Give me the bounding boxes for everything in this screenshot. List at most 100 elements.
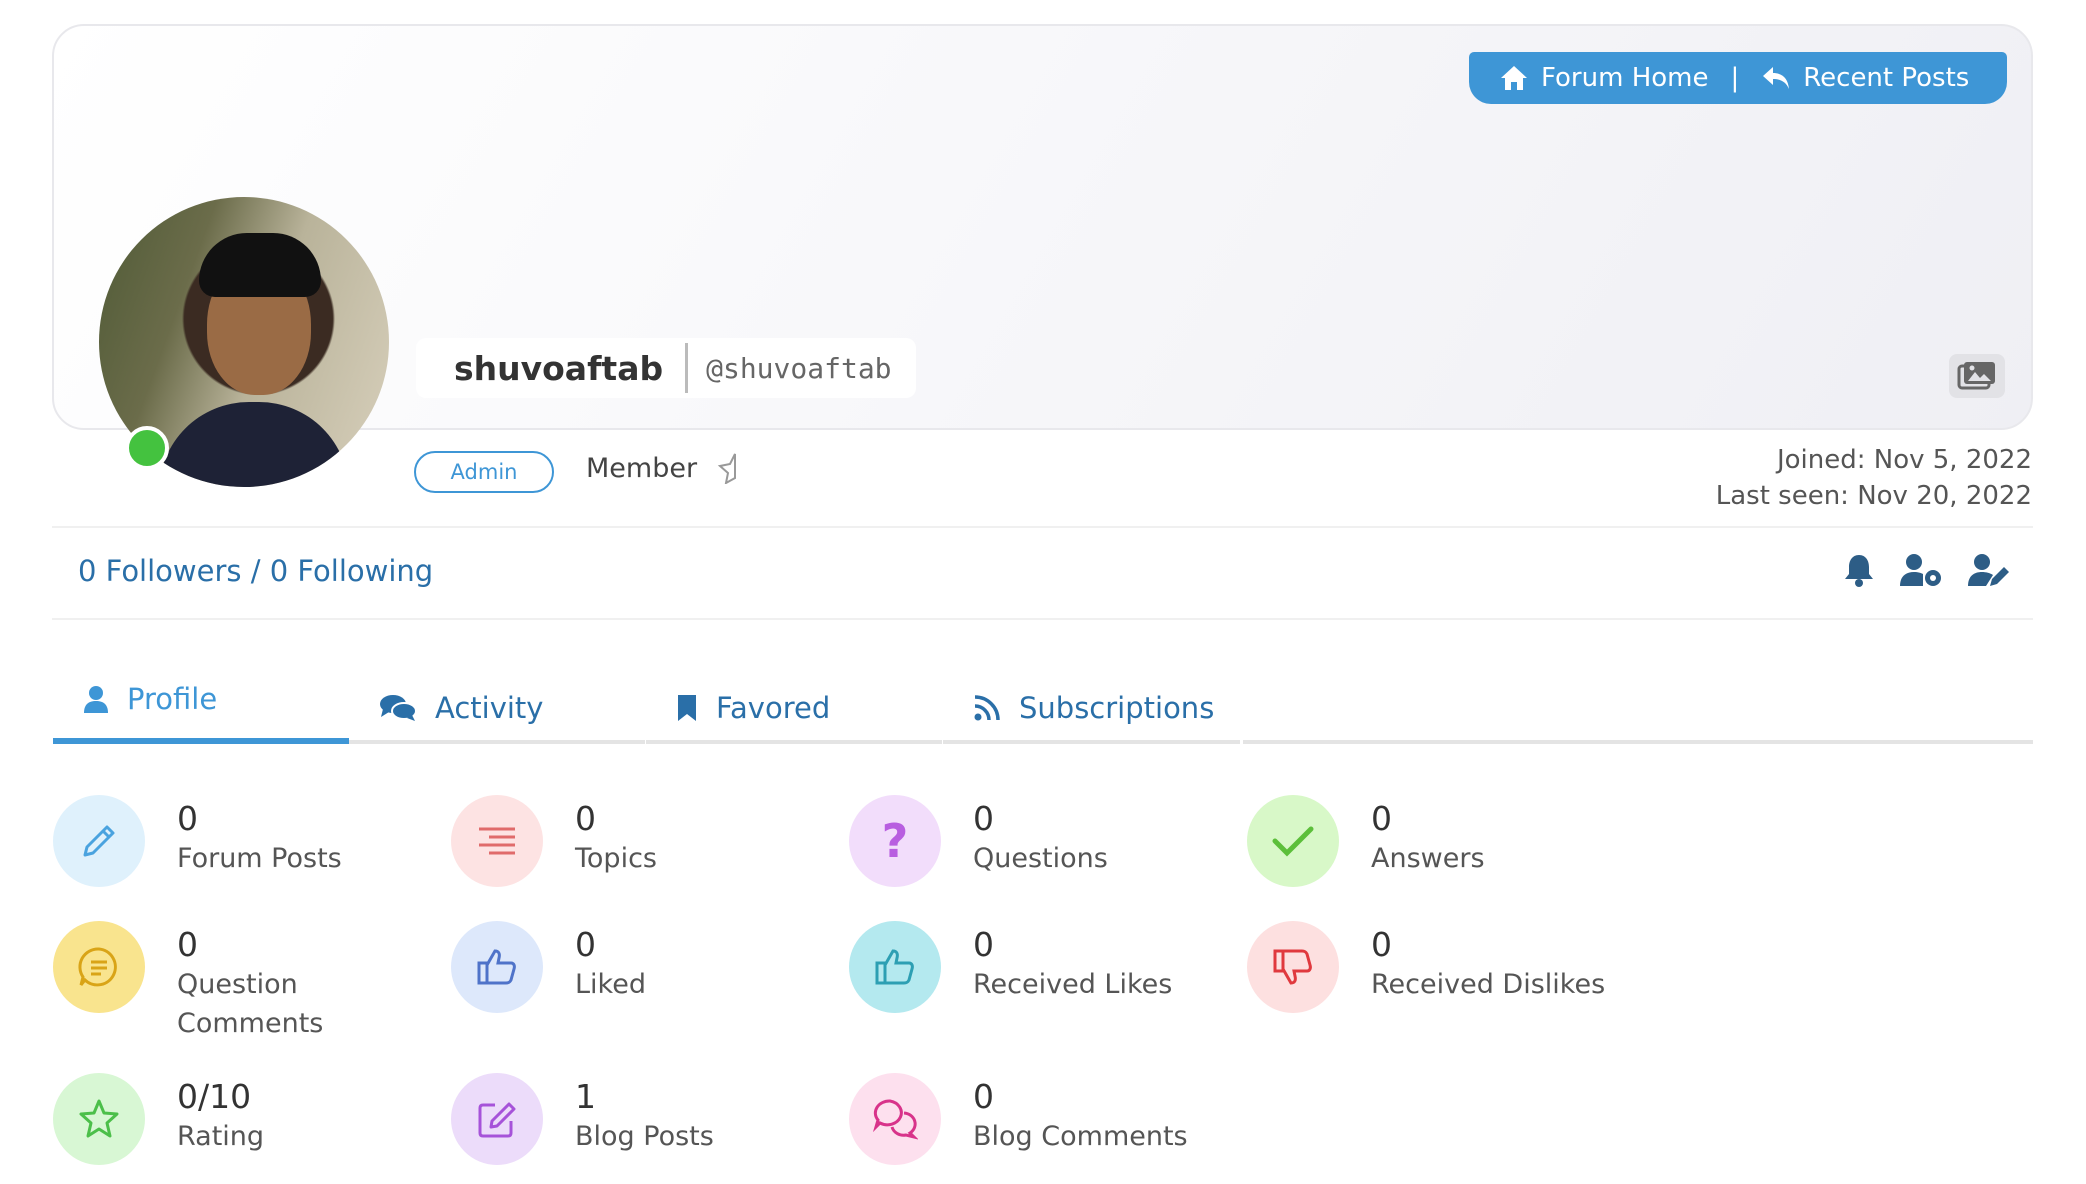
thumbs-up-icon	[477, 949, 516, 985]
thumbs-down-icon	[1273, 949, 1312, 985]
thumbs-up-icon	[875, 949, 914, 985]
stat-value: 0	[575, 925, 596, 964]
stat-label: Question	[177, 969, 298, 1000]
edit-icon	[478, 1102, 516, 1138]
last-seen-date: Last seen: Nov 20, 2022	[1715, 481, 2032, 511]
stat-value: 0/10	[177, 1077, 252, 1116]
forum-home-link[interactable]: Forum Home	[1499, 63, 1708, 93]
tab-subscriptions[interactable]: Subscriptions	[943, 666, 1240, 744]
tab-profile[interactable]: Profile	[53, 666, 349, 744]
question-icon: ?	[881, 814, 909, 868]
stat-icon-bg	[849, 1073, 941, 1165]
rss-icon	[974, 695, 1000, 721]
follow-stats-link[interactable]: 0 Followers / 0 Following	[78, 554, 433, 588]
nav-separator: |	[1730, 63, 1740, 93]
pencil-icon	[83, 825, 115, 857]
change-cover-button[interactable]	[1949, 354, 2005, 398]
stat-icon-bg	[53, 921, 145, 1013]
stat-questions: ? 0 Questions	[849, 795, 1108, 887]
role-badge: Admin	[414, 451, 554, 493]
bell-icon[interactable]	[1842, 552, 1876, 588]
stat-rating: 0/10 Rating	[53, 1073, 264, 1165]
stat-label: Rating	[177, 1121, 265, 1152]
member-dates: Joined: Nov 5, 2022 Last seen: Nov 20, 2…	[1716, 442, 2032, 514]
tab-label: Subscriptions	[1019, 691, 1215, 725]
name-plate: shuvoaftab @shuvoaftab	[416, 338, 916, 398]
stat-label: Received Dislikes	[1371, 969, 1606, 1000]
stat-label: Liked	[575, 969, 646, 1000]
images-icon	[1957, 362, 1995, 390]
stat-value: 0	[575, 799, 596, 838]
stat-icon-bg	[1247, 921, 1339, 1013]
reply-icon	[1763, 67, 1790, 89]
stat-value: 0	[1371, 799, 1392, 838]
tab-label: Profile	[127, 682, 218, 716]
stat-topics: 0 Topics	[451, 795, 657, 887]
stat-icon-bg	[451, 1073, 543, 1165]
half-star-icon	[717, 453, 737, 484]
top-nav: Forum Home | Recent Posts	[1469, 52, 2007, 104]
stat-value: 0	[177, 799, 198, 838]
stat-value: 1	[575, 1077, 596, 1116]
avatar-shirt	[159, 402, 349, 487]
stat-icon-bg	[1247, 795, 1339, 887]
forum-home-label: Forum Home	[1541, 63, 1709, 93]
stat-icon-bg	[53, 795, 145, 887]
stat-label: Questions	[973, 843, 1108, 874]
stat-label: Blog Comments	[973, 1121, 1188, 1152]
stat-received-dislikes: 0 Received Dislikes	[1247, 921, 1605, 1013]
stat-value: 0	[973, 1077, 994, 1116]
stat-question-comments: 0 Question Comments	[53, 921, 323, 1043]
name-divider	[685, 343, 689, 393]
rank: Member	[586, 452, 745, 484]
stat-label: Blog Posts	[575, 1121, 714, 1152]
profile-tabs: Profile Activity Favored Subscriptions	[53, 666, 2033, 744]
user-edit-icon[interactable]	[1966, 552, 2012, 588]
check-icon	[1272, 826, 1314, 857]
stat-icon-bg	[53, 1073, 145, 1165]
comments-icon	[380, 695, 417, 721]
stat-label: Topics	[575, 843, 657, 874]
stat-icon-bg	[849, 921, 941, 1013]
star-icon	[79, 1099, 119, 1138]
stat-icon-bg: ?	[849, 795, 941, 887]
stat-received-likes: 0 Received Likes	[849, 921, 1172, 1013]
user-icon	[84, 686, 108, 713]
stat-value: 0	[973, 925, 994, 964]
online-status-indicator	[125, 426, 169, 470]
username: @shuvoaftab	[706, 351, 892, 385]
stat-blog-comments: 0 Blog Comments	[849, 1073, 1188, 1165]
tab-activity[interactable]: Activity	[349, 666, 645, 744]
tab-label: Activity	[435, 691, 544, 725]
stat-forum-posts: 0 Forum Posts	[53, 795, 342, 887]
divider	[52, 618, 2033, 620]
recent-posts-label: Recent Posts	[1803, 63, 1970, 93]
joined-date: Joined: Nov 5, 2022	[1776, 445, 2032, 475]
recent-posts-link[interactable]: Recent Posts	[1761, 63, 1969, 93]
home-icon	[1501, 66, 1527, 90]
tab-favored[interactable]: Favored	[646, 666, 942, 744]
stat-label: Answers	[1371, 843, 1485, 874]
display-name: shuvoaftab	[454, 348, 664, 388]
stat-answers: 0 Answers	[1247, 795, 1485, 887]
bookmark-icon	[678, 695, 696, 721]
stat-icon-bg	[451, 795, 543, 887]
stat-value: 0	[177, 925, 198, 964]
stat-liked: 0 Liked	[451, 921, 646, 1013]
stat-blog-posts: 1 Blog Posts	[451, 1073, 714, 1165]
list-icon	[479, 827, 515, 855]
avatar-hair	[199, 233, 321, 297]
user-settings-icon[interactable]	[1898, 552, 1944, 588]
divider	[52, 526, 2033, 528]
stat-label: Forum Posts	[177, 843, 342, 874]
stat-label: Received Likes	[973, 969, 1173, 1000]
comments-icon	[872, 1099, 918, 1140]
stat-icon-bg	[451, 921, 543, 1013]
comment-icon	[78, 947, 117, 987]
stat-value: 0	[1371, 925, 1392, 964]
tab-underline	[1243, 740, 2033, 744]
tab-label: Favored	[716, 691, 831, 725]
stat-label-line2: Comments	[177, 1008, 324, 1039]
rank-label: Member	[586, 452, 698, 484]
stat-value: 0	[973, 799, 994, 838]
